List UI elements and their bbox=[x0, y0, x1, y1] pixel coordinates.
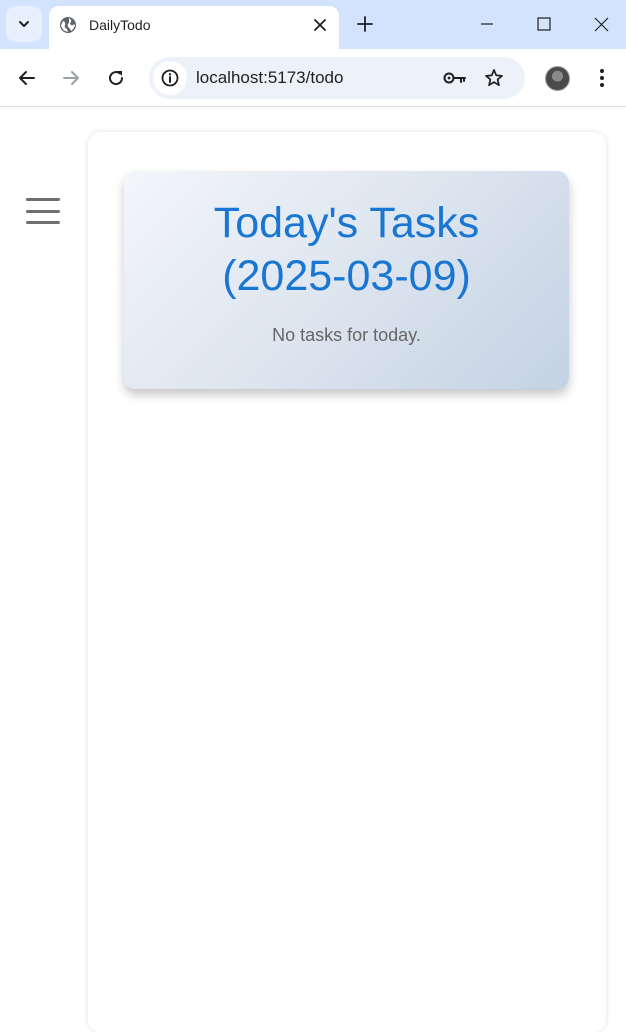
new-tab-button[interactable] bbox=[352, 11, 378, 37]
reload-button[interactable] bbox=[100, 62, 132, 94]
site-info-button[interactable] bbox=[153, 61, 187, 95]
tab-close-button[interactable] bbox=[309, 14, 331, 36]
page-viewport: Today's Tasks (2025-03-09) No tasks for … bbox=[0, 108, 626, 1032]
tab-title: DailyTodo bbox=[89, 17, 151, 33]
info-icon bbox=[161, 69, 179, 87]
hamburger-line bbox=[26, 209, 60, 213]
forward-button[interactable] bbox=[55, 62, 87, 94]
page-title-line1: Today's Tasks bbox=[213, 199, 480, 247]
today-tasks-card: Today's Tasks (2025-03-09) No tasks for … bbox=[124, 171, 569, 389]
arrow-left-icon bbox=[19, 71, 35, 85]
browser-toolbar: localhost:5173/todo bbox=[0, 49, 626, 107]
close-icon bbox=[314, 19, 326, 31]
tab-strip: DailyTodo bbox=[0, 0, 626, 49]
browser-tab-active[interactable]: DailyTodo bbox=[49, 6, 339, 49]
chevron-down-icon bbox=[19, 21, 29, 27]
profile-avatar[interactable] bbox=[545, 66, 570, 91]
minimize-icon bbox=[481, 23, 493, 25]
hamburger-line bbox=[26, 221, 60, 224]
hamburger-line bbox=[26, 198, 60, 201]
password-manager-button[interactable] bbox=[442, 67, 468, 89]
globe-icon bbox=[60, 17, 76, 33]
tab-search-button[interactable] bbox=[6, 6, 42, 42]
close-window-button[interactable] bbox=[586, 10, 616, 38]
page-title: Today's Tasks (2025-03-09) bbox=[124, 197, 569, 303]
back-button[interactable] bbox=[11, 62, 43, 94]
page-title-date: (2025-03-09) bbox=[222, 252, 471, 300]
more-vertical-icon bbox=[600, 69, 604, 87]
main-content-panel: Today's Tasks (2025-03-09) No tasks for … bbox=[88, 132, 606, 1032]
browser-menu-button[interactable] bbox=[590, 64, 614, 92]
bookmark-button[interactable] bbox=[482, 66, 506, 90]
hamburger-menu-icon[interactable] bbox=[26, 198, 62, 224]
close-window-icon bbox=[594, 17, 608, 31]
plus-icon bbox=[357, 16, 373, 32]
key-icon bbox=[443, 72, 466, 84]
address-bar[interactable]: localhost:5173/todo bbox=[149, 57, 525, 99]
minimize-button[interactable] bbox=[472, 10, 502, 38]
star-icon bbox=[485, 69, 503, 87]
reload-icon bbox=[109, 71, 124, 86]
arrow-right-icon bbox=[63, 71, 79, 85]
maximize-button[interactable] bbox=[529, 10, 559, 38]
maximize-icon bbox=[537, 17, 551, 31]
empty-state-message: No tasks for today. bbox=[272, 325, 421, 345]
url-text: localhost:5173/todo bbox=[196, 68, 344, 87]
